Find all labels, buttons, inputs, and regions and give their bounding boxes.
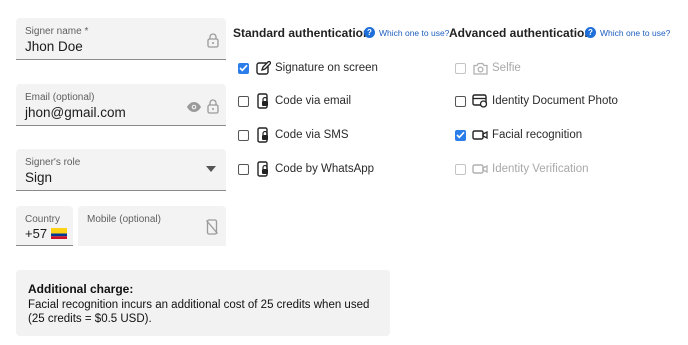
additional-charge-notice: Additional charge: Facial recognition in… [16,270,390,336]
option-label: Identity Verification [492,163,589,175]
advanced-auth-title: Advanced authentication [449,26,592,40]
notice-title: Additional charge: [28,282,134,296]
video-icon [472,127,488,143]
option-label: Facial recognition [492,129,583,141]
option-code-via-email[interactable]: Code via email [238,92,351,110]
option-label: Code via SMS [275,129,349,141]
phone-disabled-icon [206,219,218,235]
option-label: Code via email [275,95,352,107]
checkbox [455,62,466,74]
option-identity-verification: Identity Verification [455,160,589,178]
option-label: Signature on screen [275,62,378,74]
mobile-placeholder: Mobile (optional) [87,214,161,225]
checkbox[interactable] [455,129,466,141]
lock-icon [207,99,219,114]
option-label: Identity Document Photo [492,95,618,107]
email-field[interactable]: Email (optional) jhon@gmail.com [16,84,226,126]
option-label: Selfie [492,62,521,74]
mobile-field[interactable]: Mobile (optional) [78,206,226,246]
country-code: +57 [25,226,48,241]
email-value: jhon@gmail.com [25,105,126,120]
phone-lock-icon [255,127,271,143]
standard-help-link[interactable]: ? Which one to use? [364,27,449,38]
option-facial-recognition[interactable]: Facial recognition [455,126,582,144]
option-code-via-sms[interactable]: Code via SMS [238,126,349,144]
option-code-by-whatsapp[interactable]: Code by WhatsApp [238,160,374,178]
checkbox[interactable] [238,95,249,107]
signer-name-field[interactable]: Signer name * Jhon Doe [16,18,226,60]
email-label: Email (optional) [25,92,95,103]
signer-name-label: Signer name * [25,26,89,37]
advanced-help-label: Which one to use? [600,27,671,38]
standard-auth-title: Standard authentication [233,26,371,40]
notice-body: Facial recognition incurs an additional … [28,299,370,325]
advanced-help-link[interactable]: ? Which one to use? [585,27,670,38]
country-label: Country [25,214,61,225]
phone-lock-icon [255,161,271,177]
colombia-flag-icon [51,228,67,239]
phone-lock-icon [255,93,271,109]
option-selfie: Selfie [455,59,521,77]
id-card-icon [472,93,488,109]
role-value: Sign [25,170,53,185]
camera-icon [472,60,488,76]
signer-role-select[interactable]: Signer's role Sign [16,149,226,191]
checkbox [455,163,466,175]
checkbox[interactable] [455,95,466,107]
video-icon [472,161,488,177]
lock-icon [207,33,219,48]
help-icon: ? [364,27,375,38]
checkbox[interactable] [238,163,249,175]
checkbox[interactable] [238,129,249,141]
option-label: Code by WhatsApp [275,163,375,175]
option-identity-document-photo[interactable]: Identity Document Photo [455,92,618,110]
option-signature-on-screen[interactable]: Signature on screen [238,59,378,77]
standard-help-label: Which one to use? [379,27,450,38]
checkbox[interactable] [238,62,249,74]
country-select[interactable]: Country +57 [16,206,73,246]
eye-icon[interactable] [186,101,202,113]
pen-icon [255,60,271,76]
role-label: Signer's role [25,157,81,168]
signer-name-value: Jhon Doe [25,39,83,54]
chevron-down-icon[interactable] [206,166,216,172]
help-icon: ? [585,27,596,38]
